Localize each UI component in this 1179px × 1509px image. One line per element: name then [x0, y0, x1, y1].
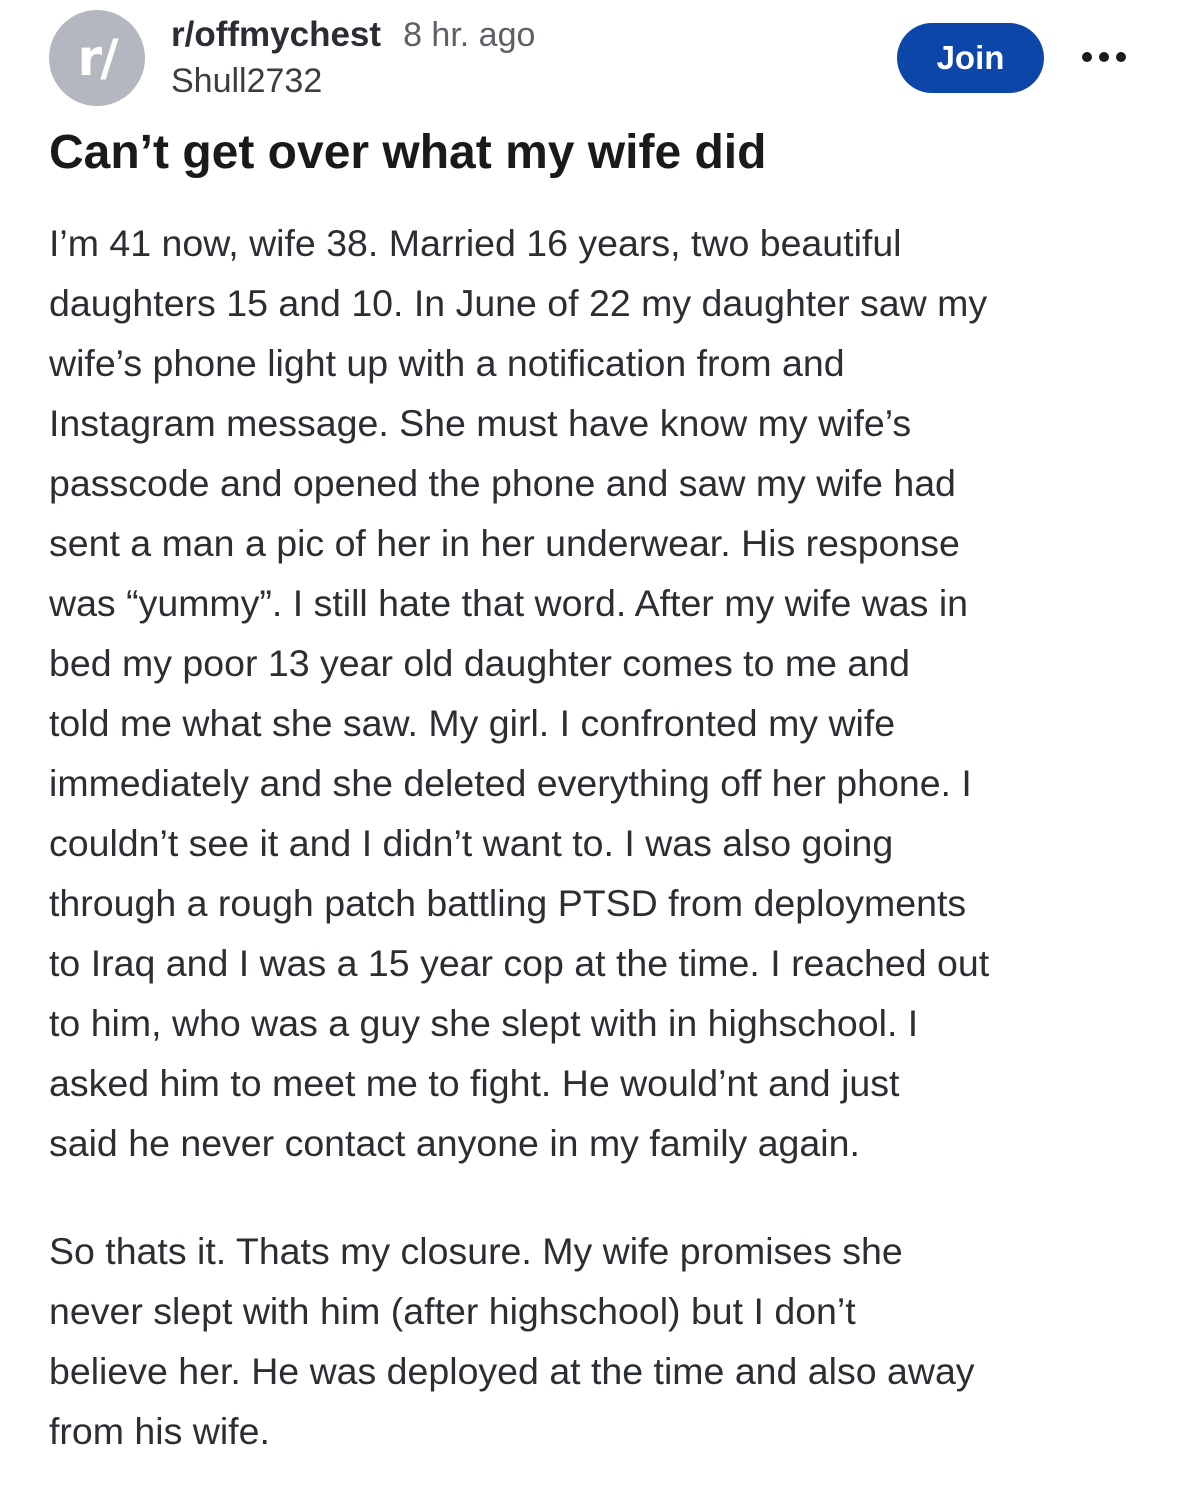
body-line: So thats it. Thats my closure. My wife p… [49, 1230, 903, 1272]
body-paragraph: I’m 41 now, wife 38. Married 16 years, t… [49, 213, 1149, 1173]
body-line: to Iraq and I was a 15 year cop at the t… [49, 942, 990, 984]
body-line: bed my poor 13 year old daughter comes t… [49, 642, 910, 684]
body-line: daughters 15 and 10. In June of 22 my da… [49, 282, 988, 324]
body-line: asked him to meet me to fight. He would’… [49, 1062, 900, 1104]
body-line: couldn’t see it and I didn’t want to. I … [49, 822, 894, 864]
body-line: was “yummy”. I still hate that word. Aft… [49, 582, 969, 624]
join-button[interactable]: Join [897, 23, 1044, 93]
body-line: sent a man a pic of her in her underwear… [49, 522, 960, 564]
body-line: I’m 41 now, wife 38. Married 16 years, t… [49, 222, 902, 264]
body-line: immediately and she deleted everything o… [49, 762, 972, 804]
post-body: I’m 41 now, wife 38. Married 16 years, t… [49, 213, 1149, 1509]
body-line: to him, who was a guy she slept with in … [49, 1002, 919, 1044]
body-line: never slept with him (after highschool) … [49, 1290, 856, 1332]
body-line: from his wife. [49, 1410, 270, 1452]
body-line: passcode and opened the phone and saw my… [49, 462, 956, 504]
body-line: told me what she saw. My girl. I confron… [49, 702, 896, 744]
body-line: Instagram message. She must have know my… [49, 402, 912, 444]
more-horizontal-icon [1082, 52, 1126, 62]
body-paragraph: So thats it. Thats my closure. My wife p… [49, 1221, 1149, 1461]
author-link[interactable]: Shull2732 [171, 62, 322, 101]
post-title[interactable]: Can’t get over what my wife did [49, 118, 766, 188]
body-line: through a rough patch battling PTSD from… [49, 882, 967, 924]
subreddit-avatar[interactable]: r/ [49, 10, 145, 106]
body-line: believe her. He was deployed at the time… [49, 1350, 975, 1392]
reddit-post: r/ r/offmychest 8 hr. ago Shull2732 Join … [0, 0, 1179, 1462]
post-header: r/ r/offmychest 8 hr. ago Shull2732 Join [49, 10, 1139, 110]
post-timestamp: 8 hr. ago [403, 16, 536, 54]
more-options-button[interactable] [1079, 38, 1129, 78]
post-meta: r/offmychest 8 hr. ago [171, 15, 535, 55]
body-line: said he never contact anyone in my famil… [49, 1122, 860, 1164]
subreddit-link[interactable]: r/offmychest [171, 15, 381, 54]
body-line: wife’s phone light up with a notificatio… [49, 342, 845, 384]
